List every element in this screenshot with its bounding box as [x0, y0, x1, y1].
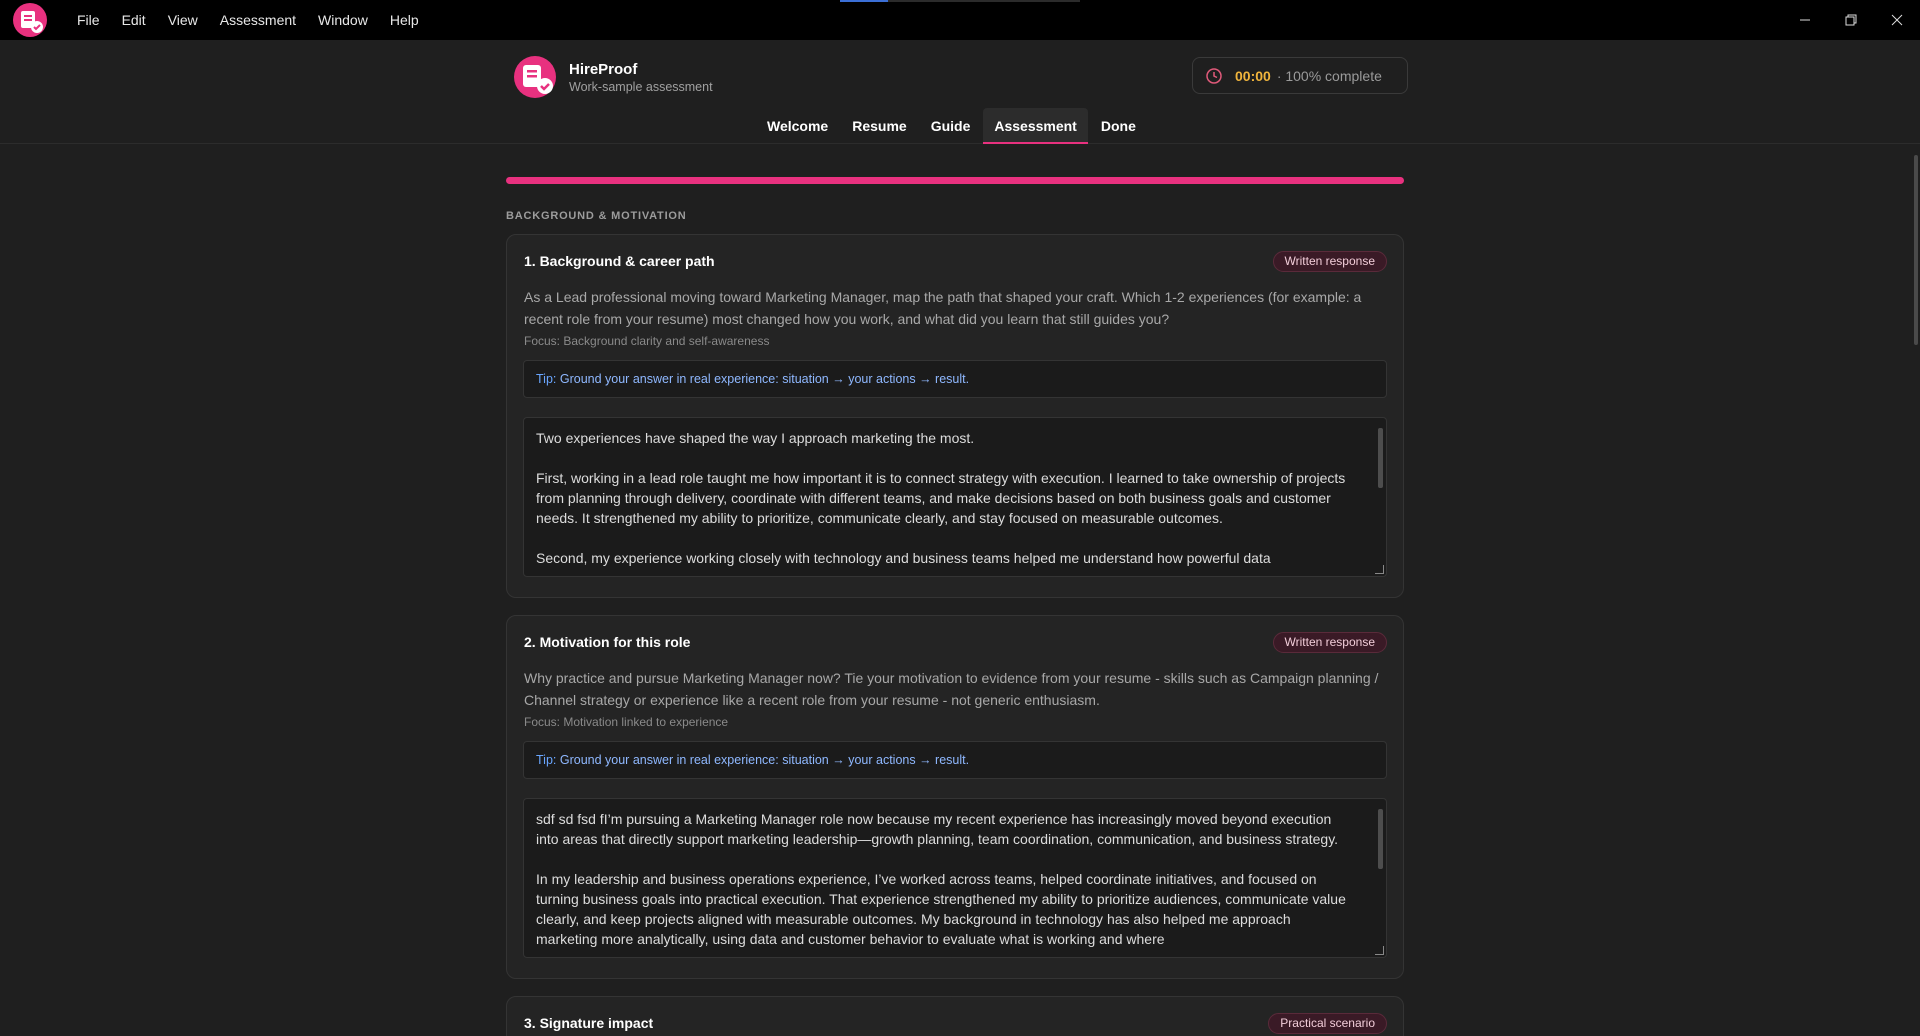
- tip-box: Tip: Ground your answer in real experien…: [523, 741, 1387, 779]
- brand-subtitle: Work-sample assessment: [569, 79, 713, 94]
- completion-text: · 100% complete: [1276, 67, 1382, 84]
- section-label: BACKGROUND & MOTIVATION: [506, 210, 687, 222]
- resize-handle-icon[interactable]: [1375, 565, 1384, 574]
- app-logo-icon[interactable]: [10, 0, 50, 40]
- main-content: BACKGROUND & MOTIVATION 1. Background & …: [0, 145, 1920, 1036]
- brand-logo-icon: [514, 56, 556, 98]
- brand: HireProof Work-sample assessment: [511, 54, 713, 100]
- timer-status: 00:00 · 100% complete: [1192, 57, 1408, 94]
- resize-handle-icon[interactable]: [1375, 946, 1384, 955]
- answer-textarea[interactable]: Two experiences have shaped the way I ap…: [523, 417, 1387, 577]
- answer-paragraph: Second, my experience working closely wi…: [536, 550, 1271, 566]
- question-title: 3. Signature impact: [524, 1015, 654, 1031]
- minimize-icon[interactable]: [1782, 0, 1828, 40]
- question-title: 1. Background & career path: [524, 253, 715, 269]
- textarea-scrollbar[interactable]: [1378, 428, 1383, 488]
- question-type-badge: Written response: [1272, 632, 1387, 653]
- tip-text: Ground your answer in real experience: s…: [559, 753, 970, 767]
- answer-paragraph: Two experiences have shaped the way I ap…: [536, 430, 975, 446]
- question-focus: Focus: Motivation linked to experience: [524, 715, 729, 729]
- question-type-badge: Written response: [1272, 251, 1387, 272]
- menu-edit[interactable]: Edit: [111, 0, 157, 40]
- menu-view[interactable]: View: [157, 0, 209, 40]
- menu-file[interactable]: File: [66, 0, 111, 40]
- question-card: 1. Background & career path Written resp…: [506, 234, 1404, 598]
- question-card: 2. Motivation for this role Written resp…: [506, 615, 1404, 979]
- question-type-badge: Practical scenario: [1268, 1013, 1387, 1034]
- tip-text: Ground your answer in real experience: s…: [559, 372, 970, 386]
- title-bar: File Edit View Assessment Window Help: [0, 0, 1920, 40]
- question-prompt: Why practice and pursue Marketing Manage…: [524, 670, 1379, 708]
- menu-assessment[interactable]: Assessment: [209, 0, 307, 40]
- tab-welcome[interactable]: Welcome: [756, 108, 839, 144]
- tab-done[interactable]: Done: [1090, 108, 1147, 144]
- page-scrollbar-thumb[interactable]: [1914, 155, 1918, 345]
- answer-textarea[interactable]: sdf sd fsd fI’m pursuing a Marketing Man…: [523, 798, 1387, 958]
- menu-help[interactable]: Help: [379, 0, 430, 40]
- answer-paragraph: In my leadership and business operations…: [536, 871, 1346, 947]
- titlebar-accent: [840, 0, 888, 2]
- question-card: 3. Signature impact Practical scenario: [506, 996, 1404, 1036]
- menu-bar: File Edit View Assessment Window Help: [66, 0, 430, 40]
- tip-box: Tip: Ground your answer in real experien…: [523, 360, 1387, 398]
- restore-icon[interactable]: [1828, 0, 1874, 40]
- nav-tabs: Welcome Resume Guide Assessment Done: [756, 108, 1149, 144]
- question-prompt: As a Lead professional moving toward Mar…: [524, 289, 1362, 327]
- timer-value: 00:00: [1235, 67, 1271, 84]
- close-icon[interactable]: [1874, 0, 1920, 40]
- textarea-scrollbar[interactable]: [1378, 809, 1383, 869]
- question-title: 2. Motivation for this role: [524, 634, 691, 650]
- answer-paragraph: First, working in a lead role taught me …: [536, 470, 1346, 526]
- tip-label: Tip:: [536, 753, 557, 767]
- tab-guide[interactable]: Guide: [920, 108, 982, 144]
- menu-window[interactable]: Window: [307, 0, 379, 40]
- clock-icon: [1206, 67, 1222, 84]
- answer-paragraph: sdf sd fsd fI’m pursuing a Marketing Man…: [536, 811, 1339, 847]
- question-focus: Focus: Background clarity and self-aware…: [524, 334, 770, 348]
- brand-name: HireProof: [569, 60, 638, 78]
- progress-bar: [506, 177, 1404, 184]
- tip-label: Tip:: [536, 372, 557, 386]
- tab-resume[interactable]: Resume: [841, 108, 917, 144]
- tab-assessment[interactable]: Assessment: [983, 108, 1088, 144]
- app-header: HireProof Work-sample assessment 00:00 ·…: [0, 40, 1920, 144]
- window-controls: [1782, 0, 1920, 40]
